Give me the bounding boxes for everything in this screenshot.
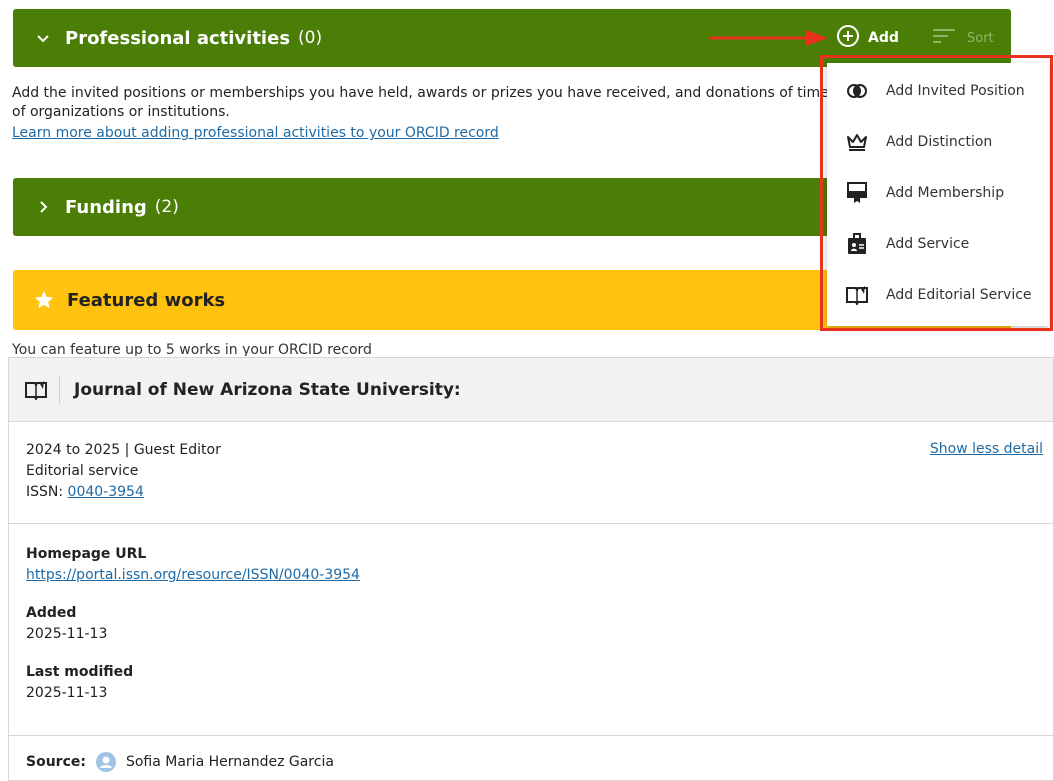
source-label: Source:: [26, 754, 86, 770]
modified-label: Last modified: [26, 664, 134, 680]
issn-label: ISSN:: [26, 484, 68, 500]
homepage-url-link[interactable]: https://portal.issn.org/resource/ISSN/00…: [26, 567, 360, 583]
learn-more-link[interactable]: Learn more about adding professional act…: [12, 125, 499, 141]
open-book-icon: [25, 380, 47, 401]
add-label: Add: [868, 30, 899, 46]
user-avatar-icon: [95, 752, 116, 772]
menu-item-label: Add Membership: [886, 185, 1005, 201]
modified-block: Last modified 2025-11-13: [26, 662, 133, 704]
sort-label: Sort: [967, 30, 994, 46]
menu-item-label: Add Invited Position: [886, 83, 1025, 99]
panel-title: Featured works: [67, 289, 226, 311]
chevron-down-icon[interactable]: [35, 30, 51, 46]
card-header: Journal of New Arizona State University:: [9, 358, 1053, 422]
featured-subtitle: You can feature up to 5 works in your OR…: [12, 342, 372, 356]
editorial-service-card: Journal of New Arizona State University:…: [8, 357, 1054, 781]
service-type: Editorial service: [26, 463, 139, 479]
panel-title: Professional activities: [65, 27, 291, 49]
crown-icon: [846, 131, 868, 153]
open-book-icon: [846, 284, 868, 306]
add-button[interactable]: Add: [836, 9, 899, 67]
add-dropdown-menu: Add Invited Position Add Distinction Add…: [827, 63, 1049, 326]
menu-item-add-invited-position[interactable]: Add Invited Position: [827, 66, 1049, 116]
header-separator: [59, 375, 60, 404]
modified-value: 2025-11-13: [26, 685, 108, 701]
show-less-detail-link[interactable]: Show less detail: [930, 441, 1043, 457]
panel-count: (0): [298, 28, 323, 48]
issn-row: ISSN: 0040-3954: [26, 482, 221, 503]
professional-activities-panel[interactable]: Professional activities (0) Add Sort: [13, 9, 1011, 67]
star-icon: [33, 289, 55, 311]
panel-title: Funding: [65, 196, 147, 218]
menu-item-label: Add Editorial Service: [886, 287, 1032, 303]
source-row: Source: Sofia Maria Hernandez Garcia: [26, 752, 334, 772]
card-summary: 2024 to 2025 | Guest Editor Editorial se…: [26, 440, 221, 503]
added-value: 2025-11-13: [26, 626, 108, 642]
id-badge-icon: [846, 233, 868, 255]
menu-item-add-editorial-service[interactable]: Add Editorial Service: [827, 270, 1049, 320]
dates-role: 2024 to 2025 | Guest Editor: [26, 442, 221, 458]
membership-card-icon: [846, 182, 868, 204]
divider: [9, 523, 1053, 524]
menu-item-add-membership[interactable]: Add Membership: [827, 168, 1049, 218]
panel-count: (2): [154, 197, 179, 217]
added-block: Added 2025-11-13: [26, 603, 107, 645]
divider: [9, 735, 1053, 736]
homepage-block: Homepage URL https://portal.issn.org/res…: [26, 544, 360, 586]
homepage-label: Homepage URL: [26, 546, 147, 562]
card-title: Journal of New Arizona State University:: [74, 379, 461, 400]
menu-item-label: Add Distinction: [886, 134, 993, 150]
sort-icon: [931, 27, 957, 49]
menu-item-add-distinction[interactable]: Add Distinction: [827, 117, 1049, 167]
menu-item-label: Add Service: [886, 236, 970, 252]
sort-button[interactable]: Sort: [931, 9, 994, 67]
chevron-right-icon[interactable]: [35, 199, 51, 215]
source-name: Sofia Maria Hernandez Garcia: [125, 754, 334, 770]
added-label: Added: [26, 605, 77, 621]
issn-link[interactable]: 0040-3954: [68, 484, 144, 500]
overlap-circles-icon: [846, 80, 868, 102]
menu-item-add-service[interactable]: Add Service: [827, 219, 1049, 269]
plus-circle-icon: [836, 24, 860, 52]
annotation-arrow-icon: [710, 30, 828, 46]
